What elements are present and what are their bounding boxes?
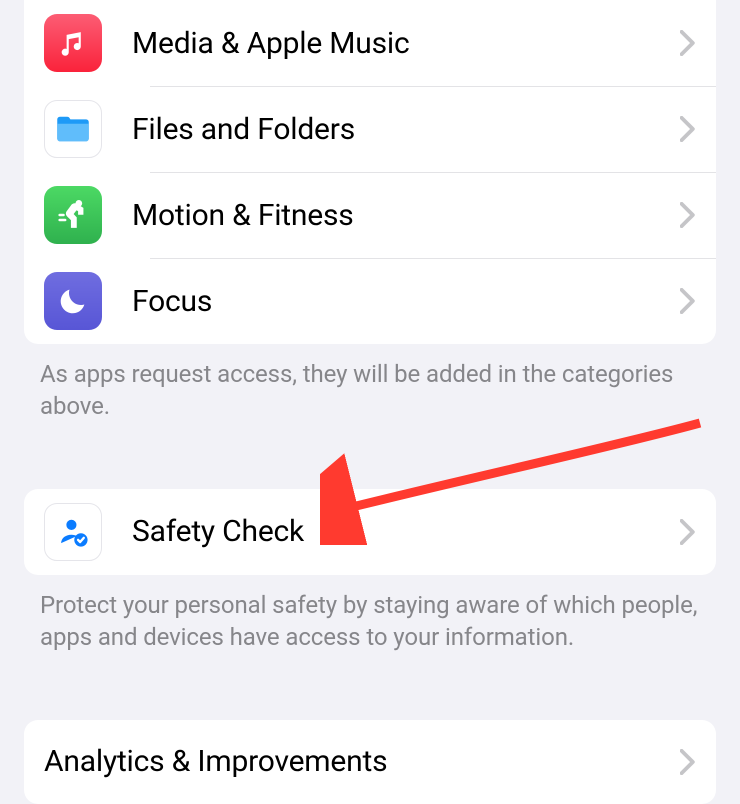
row-safety-check[interactable]: Safety Check bbox=[24, 489, 716, 575]
row-label: Files and Folders bbox=[132, 112, 670, 147]
chevron-right-icon bbox=[680, 116, 696, 142]
chevron-right-icon bbox=[680, 288, 696, 314]
chevron-right-icon bbox=[680, 30, 696, 56]
running-icon bbox=[44, 186, 102, 244]
row-label: Safety Check bbox=[132, 514, 670, 549]
folder-icon bbox=[44, 100, 102, 158]
safety-check-icon bbox=[44, 503, 102, 561]
chevron-right-icon bbox=[680, 519, 696, 545]
chevron-right-icon bbox=[680, 202, 696, 228]
row-focus[interactable]: Focus bbox=[24, 258, 716, 344]
row-media-apple-music[interactable]: Media & Apple Music bbox=[24, 0, 716, 86]
group-footer-text: As apps request access, they will be add… bbox=[0, 344, 740, 451]
row-label: Motion & Fitness bbox=[132, 198, 670, 233]
moon-icon bbox=[44, 272, 102, 330]
music-icon bbox=[44, 14, 102, 72]
settings-group-analytics: Analytics & Improvements bbox=[24, 720, 716, 804]
row-files-and-folders[interactable]: Files and Folders bbox=[24, 86, 716, 172]
row-label: Analytics & Improvements bbox=[44, 744, 670, 779]
row-label: Focus bbox=[132, 284, 670, 319]
row-label: Media & Apple Music bbox=[132, 26, 670, 61]
settings-group-privacy-categories: Media & Apple Music Files and Folders Mo… bbox=[24, 0, 716, 344]
row-analytics-improvements[interactable]: Analytics & Improvements bbox=[24, 720, 716, 804]
group-footer-text: Protect your personal safety by staying … bbox=[0, 575, 740, 682]
settings-group-safety: Safety Check bbox=[24, 489, 716, 575]
chevron-right-icon bbox=[680, 749, 696, 775]
row-motion-fitness[interactable]: Motion & Fitness bbox=[24, 172, 716, 258]
